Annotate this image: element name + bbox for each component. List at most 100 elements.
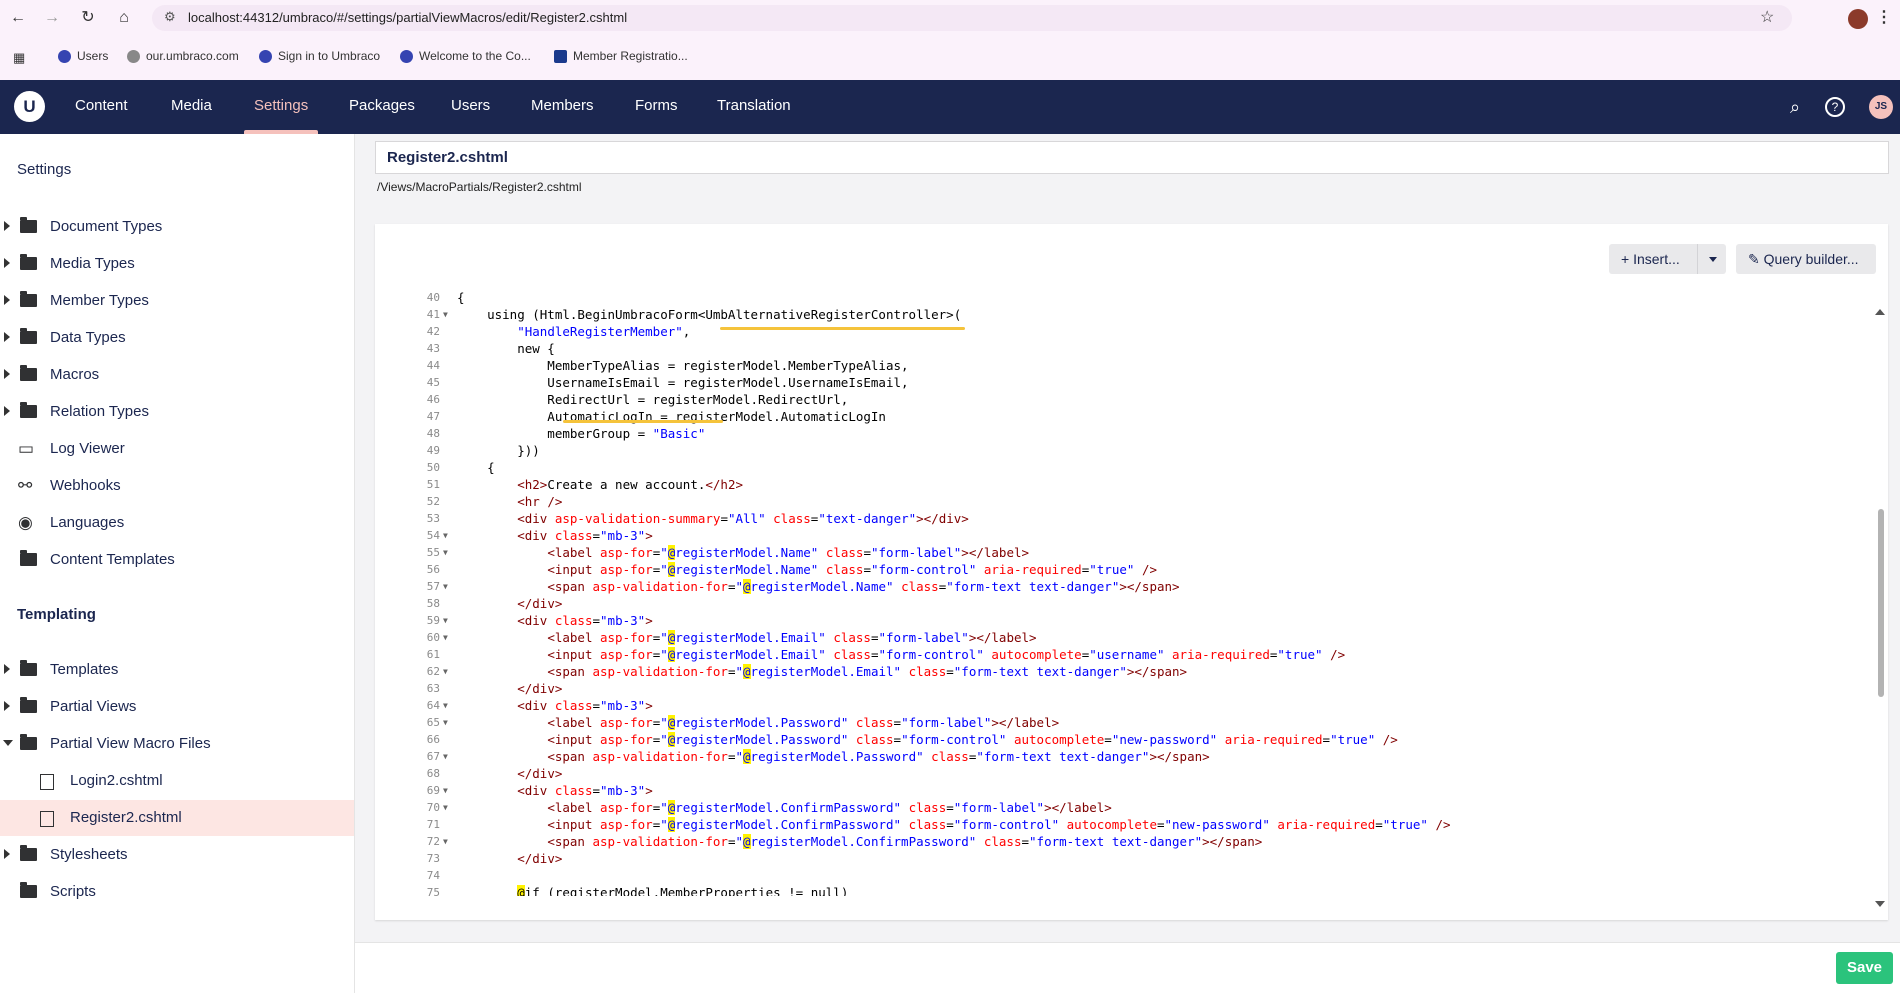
bookmark-our-umbraco[interactable]: our.umbraco.com xyxy=(127,49,239,63)
nav-packages[interactable]: Packages xyxy=(349,97,415,114)
menu-icon[interactable]: ⋮ xyxy=(1874,8,1894,28)
tree-item-content-templates[interactable]: Content Templates xyxy=(0,542,354,578)
fold-icon[interactable]: ▼ xyxy=(443,748,448,765)
tree-item-data-types[interactable]: Data Types xyxy=(0,320,354,356)
sidebar-section-title[interactable]: Settings xyxy=(17,161,71,178)
sidebar-section-title[interactable]: Templating xyxy=(17,606,96,623)
fold-icon[interactable]: ▼ xyxy=(443,833,448,850)
scrollbar-thumb[interactable] xyxy=(1878,509,1884,697)
bookmark-label: our.umbraco.com xyxy=(146,49,239,63)
back-icon[interactable]: ← xyxy=(8,8,28,28)
tree-item-login2[interactable]: Login2.cshtml xyxy=(0,763,354,799)
fold-icon[interactable]: ▼ xyxy=(443,306,448,323)
expand-icon[interactable] xyxy=(4,295,10,305)
home-icon[interactable]: ⌂ xyxy=(114,8,134,28)
umbraco-icon xyxy=(400,49,413,63)
profile-avatar[interactable] xyxy=(1848,9,1868,29)
tree-item-webhooks[interactable]: ⚯ Webhooks xyxy=(0,468,354,504)
highlight-underline xyxy=(720,327,965,330)
insert-button[interactable]: + Insert... xyxy=(1609,244,1726,274)
code-line: @if (registerModel.MemberProperties != n… xyxy=(457,884,848,896)
tree-item-member-types[interactable]: Member Types xyxy=(0,283,354,319)
scroll-up-icon[interactable] xyxy=(1875,309,1885,315)
nav-settings[interactable]: Settings xyxy=(254,97,308,114)
line-number: 40 xyxy=(426,291,440,304)
file-name-input[interactable]: Register2.cshtml xyxy=(375,141,1889,174)
user-avatar[interactable]: JS xyxy=(1869,95,1893,119)
line-number: 44 xyxy=(426,359,440,372)
code-editor[interactable]: 40{ 41 ▼ using (Html.BeginUmbracoForm<Umb… xyxy=(405,289,1855,896)
expand-icon[interactable] xyxy=(4,369,10,379)
fold-icon[interactable]: ▼ xyxy=(443,799,448,816)
expand-icon[interactable] xyxy=(4,406,10,416)
code-line: <span asp-validation-for="@registerModel… xyxy=(547,834,1263,849)
code-line: <div class="mb-3"> xyxy=(517,613,653,628)
fold-icon[interactable]: ▼ xyxy=(443,782,448,799)
bookmark-welcome[interactable]: Welcome to the Co... xyxy=(400,49,531,63)
tree-item-document-types[interactable]: Document Types xyxy=(0,209,354,245)
bookmark-member-registration[interactable]: Member Registratio... xyxy=(554,49,688,63)
nav-members[interactable]: Members xyxy=(531,97,594,114)
chevron-down-icon[interactable] xyxy=(1709,257,1717,262)
address-bar[interactable]: ⚙ localhost:44312/umbraco/#/settings/par… xyxy=(152,5,1792,31)
divider xyxy=(1697,244,1698,274)
folder-icon xyxy=(20,550,37,566)
bookmark-sign-in[interactable]: Sign in to Umbraco xyxy=(259,49,380,63)
expand-icon[interactable] xyxy=(4,664,10,674)
line-number: 58 xyxy=(426,597,440,610)
folder-icon xyxy=(20,734,37,750)
expand-icon[interactable] xyxy=(4,849,10,859)
nav-translation[interactable]: Translation xyxy=(717,97,791,114)
collapse-icon[interactable] xyxy=(3,740,13,746)
tree-item-label: Stylesheets xyxy=(50,846,128,863)
line-number: 64 xyxy=(426,699,440,712)
expand-icon[interactable] xyxy=(4,221,10,231)
tree-item-relation-types[interactable]: Relation Types xyxy=(0,394,354,430)
code-line: <div class="mb-3"> xyxy=(517,698,653,713)
bookmark-users[interactable]: Users xyxy=(58,49,108,63)
expand-icon[interactable] xyxy=(4,258,10,268)
nav-forms[interactable]: Forms xyxy=(635,97,678,114)
code-editor-panel: + Insert... ✎ Query builder... 40{ 41 ▼ u… xyxy=(375,224,1888,920)
nav-users[interactable]: Users xyxy=(451,97,490,114)
star-icon[interactable]: ☆ xyxy=(1760,7,1774,27)
vertical-scrollbar[interactable] xyxy=(1875,309,1885,911)
tree-item-partial-view-macro-files[interactable]: Partial View Macro Files xyxy=(0,726,354,762)
line-number: 47 xyxy=(426,410,440,423)
fold-icon[interactable]: ▼ xyxy=(443,663,448,680)
tree-item-log-viewer[interactable]: ▭ Log Viewer xyxy=(0,431,354,467)
forward-icon[interactable]: → xyxy=(42,8,62,28)
fold-icon[interactable]: ▼ xyxy=(443,697,448,714)
tree-item-register2[interactable]: Register2.cshtml xyxy=(0,800,354,836)
tree-item-macros[interactable]: Macros xyxy=(0,357,354,393)
tree-item-languages[interactable]: ◉ Languages xyxy=(0,505,354,541)
apps-icon[interactable]: ▦ xyxy=(13,50,25,66)
scroll-down-icon[interactable] xyxy=(1875,901,1885,907)
line-number: 50 xyxy=(426,461,440,474)
fold-icon[interactable]: ▼ xyxy=(443,527,448,544)
site-info-icon[interactable]: ⚙ xyxy=(164,9,176,25)
save-button[interactable]: Save xyxy=(1836,952,1893,984)
fold-icon[interactable]: ▼ xyxy=(443,714,448,731)
fold-icon[interactable]: ▼ xyxy=(443,544,448,561)
code-line: <span asp-validation-for="@registerModel… xyxy=(547,749,1210,764)
tree-item-scripts[interactable]: Scripts xyxy=(0,874,354,910)
file-path: /Views/MacroPartials/Register2.cshtml xyxy=(377,180,582,194)
fold-icon[interactable]: ▼ xyxy=(443,629,448,646)
help-icon[interactable]: ? xyxy=(1825,97,1845,117)
query-builder-button[interactable]: ✎ Query builder... xyxy=(1736,244,1876,274)
expand-icon[interactable] xyxy=(4,332,10,342)
bookmark-label: Sign in to Umbraco xyxy=(278,49,381,63)
tree-item-media-types[interactable]: Media Types xyxy=(0,246,354,282)
expand-icon[interactable] xyxy=(4,701,10,711)
fold-icon[interactable]: ▼ xyxy=(443,578,448,595)
tree-item-templates[interactable]: Templates xyxy=(0,652,354,688)
tree-item-partial-views[interactable]: Partial Views xyxy=(0,689,354,725)
tree-item-stylesheets[interactable]: Stylesheets xyxy=(0,837,354,873)
nav-content[interactable]: Content xyxy=(75,97,128,114)
search-icon[interactable]: ⌕ xyxy=(1783,95,1807,119)
fold-icon[interactable]: ▼ xyxy=(443,612,448,629)
reload-icon[interactable]: ↻ xyxy=(78,8,98,28)
umbraco-logo[interactable]: U xyxy=(14,91,45,122)
nav-media[interactable]: Media xyxy=(171,97,212,114)
